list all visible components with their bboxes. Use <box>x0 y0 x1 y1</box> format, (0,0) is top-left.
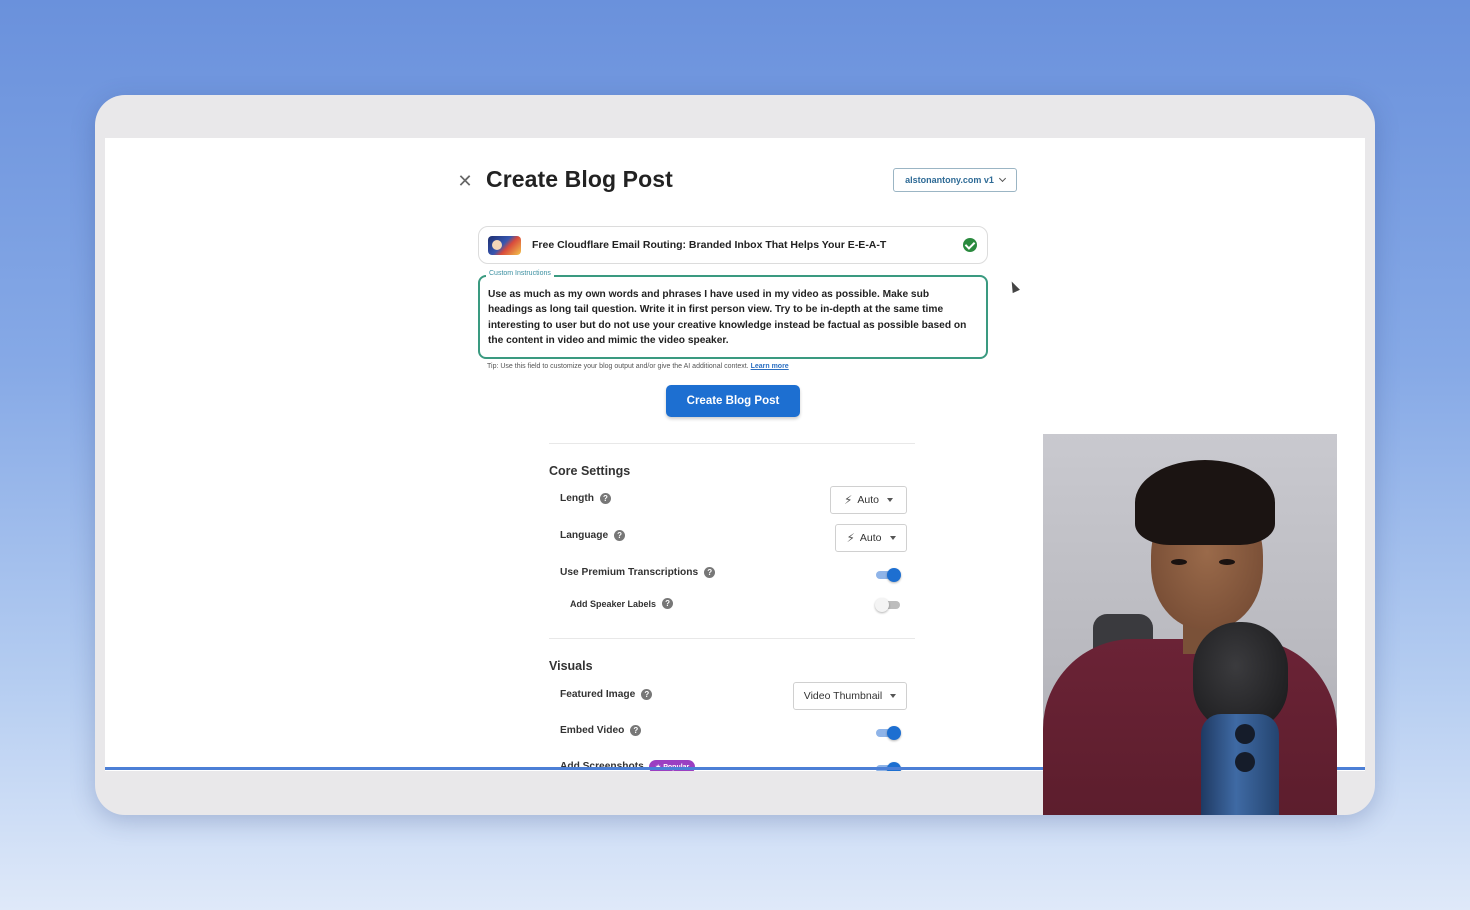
learn-more-link[interactable]: Learn more <box>751 363 789 370</box>
premium-transcriptions-row-label: Use Premium Transcriptions ? <box>560 567 716 578</box>
embed-video-row-label: Embed Video ? <box>560 725 642 736</box>
bolt-icon: ⚡ <box>846 531 855 545</box>
featured-image-dropdown[interactable]: Video Thumbnail <box>793 682 907 710</box>
speaker-labels-label: Add Speaker Labels <box>570 598 657 609</box>
toggle-knob <box>875 598 889 612</box>
core-settings-title: Core Settings <box>549 464 631 478</box>
divider <box>549 443 915 444</box>
toggle-knob <box>887 726 901 740</box>
page-title: Create Blog Post <box>486 166 673 192</box>
video-title: Free Cloudflare Email Routing: Branded I… <box>532 239 887 251</box>
help-icon[interactable]: ? <box>704 567 716 578</box>
webcam-overlay <box>1043 434 1337 815</box>
speaker-eye <box>1171 559 1187 565</box>
video-thumbnail <box>488 235 521 255</box>
custom-instructions-label: Custom Instructions <box>486 270 554 277</box>
premium-transcriptions-label: Use Premium Transcriptions <box>560 567 699 578</box>
featured-image-label: Featured Image <box>560 689 636 700</box>
site-selector-label: alstonantony.com v1 <box>905 175 994 185</box>
length-value: Auto <box>857 494 880 506</box>
language-dropdown[interactable]: ⚡ Auto <box>835 524 907 552</box>
custom-instructions-text[interactable]: Use as much as my own words and phrases … <box>488 287 974 348</box>
premium-transcriptions-toggle[interactable] <box>875 568 901 582</box>
length-label: Length <box>560 493 594 504</box>
speaker-shirt <box>1043 639 1337 815</box>
language-row-label: Language ? <box>560 530 626 541</box>
create-blog-post-button[interactable]: Create Blog Post <box>666 385 800 417</box>
help-icon[interactable]: ? <box>614 530 626 541</box>
help-icon[interactable]: ? <box>662 598 674 609</box>
speaker-labels-row-label: Add Speaker Labels ? <box>570 598 674 609</box>
bolt-icon: ⚡ <box>843 493 853 507</box>
caret-down-icon <box>887 498 894 502</box>
speaker-eye <box>1219 559 1235 565</box>
speaker-labels-toggle[interactable] <box>875 598 901 612</box>
language-label: Language <box>560 530 609 541</box>
close-icon[interactable]: ✕ <box>457 172 473 190</box>
language-value: Auto <box>859 532 882 544</box>
length-dropdown[interactable]: ⚡ Auto <box>830 486 907 514</box>
speaker-hair <box>1135 460 1275 545</box>
featured-image-row-label: Featured Image ? <box>560 689 653 700</box>
toggle-knob <box>887 568 901 582</box>
help-icon[interactable]: ? <box>630 725 642 736</box>
check-circle-icon <box>963 238 977 252</box>
embed-video-label: Embed Video <box>560 725 625 736</box>
featured-image-value: Video Thumbnail <box>803 690 883 702</box>
caret-down-icon <box>890 694 897 698</box>
caret-down-icon <box>889 536 896 540</box>
site-selector[interactable]: alstonantony.com v1 <box>893 168 1017 192</box>
divider <box>549 638 915 639</box>
selected-video-card[interactable]: Free Cloudflare Email Routing: Branded I… <box>478 226 988 264</box>
visuals-title: Visuals <box>549 659 593 673</box>
mouse-cursor-icon <box>1008 279 1020 294</box>
help-icon[interactable]: ? <box>599 493 611 504</box>
tip-text: Tip: Use this field to customize your bl… <box>487 363 749 370</box>
length-row-label: Length ? <box>560 493 611 504</box>
microphone-knob <box>1235 724 1255 744</box>
embed-video-toggle[interactable] <box>875 726 901 740</box>
help-icon[interactable]: ? <box>641 689 653 700</box>
custom-instructions-field[interactable]: Custom Instructions Use as much as my ow… <box>478 270 988 359</box>
chevron-down-icon <box>998 174 1006 183</box>
microphone-knob <box>1235 752 1255 772</box>
instructions-tip: Tip: Use this field to customize your bl… <box>487 363 789 370</box>
